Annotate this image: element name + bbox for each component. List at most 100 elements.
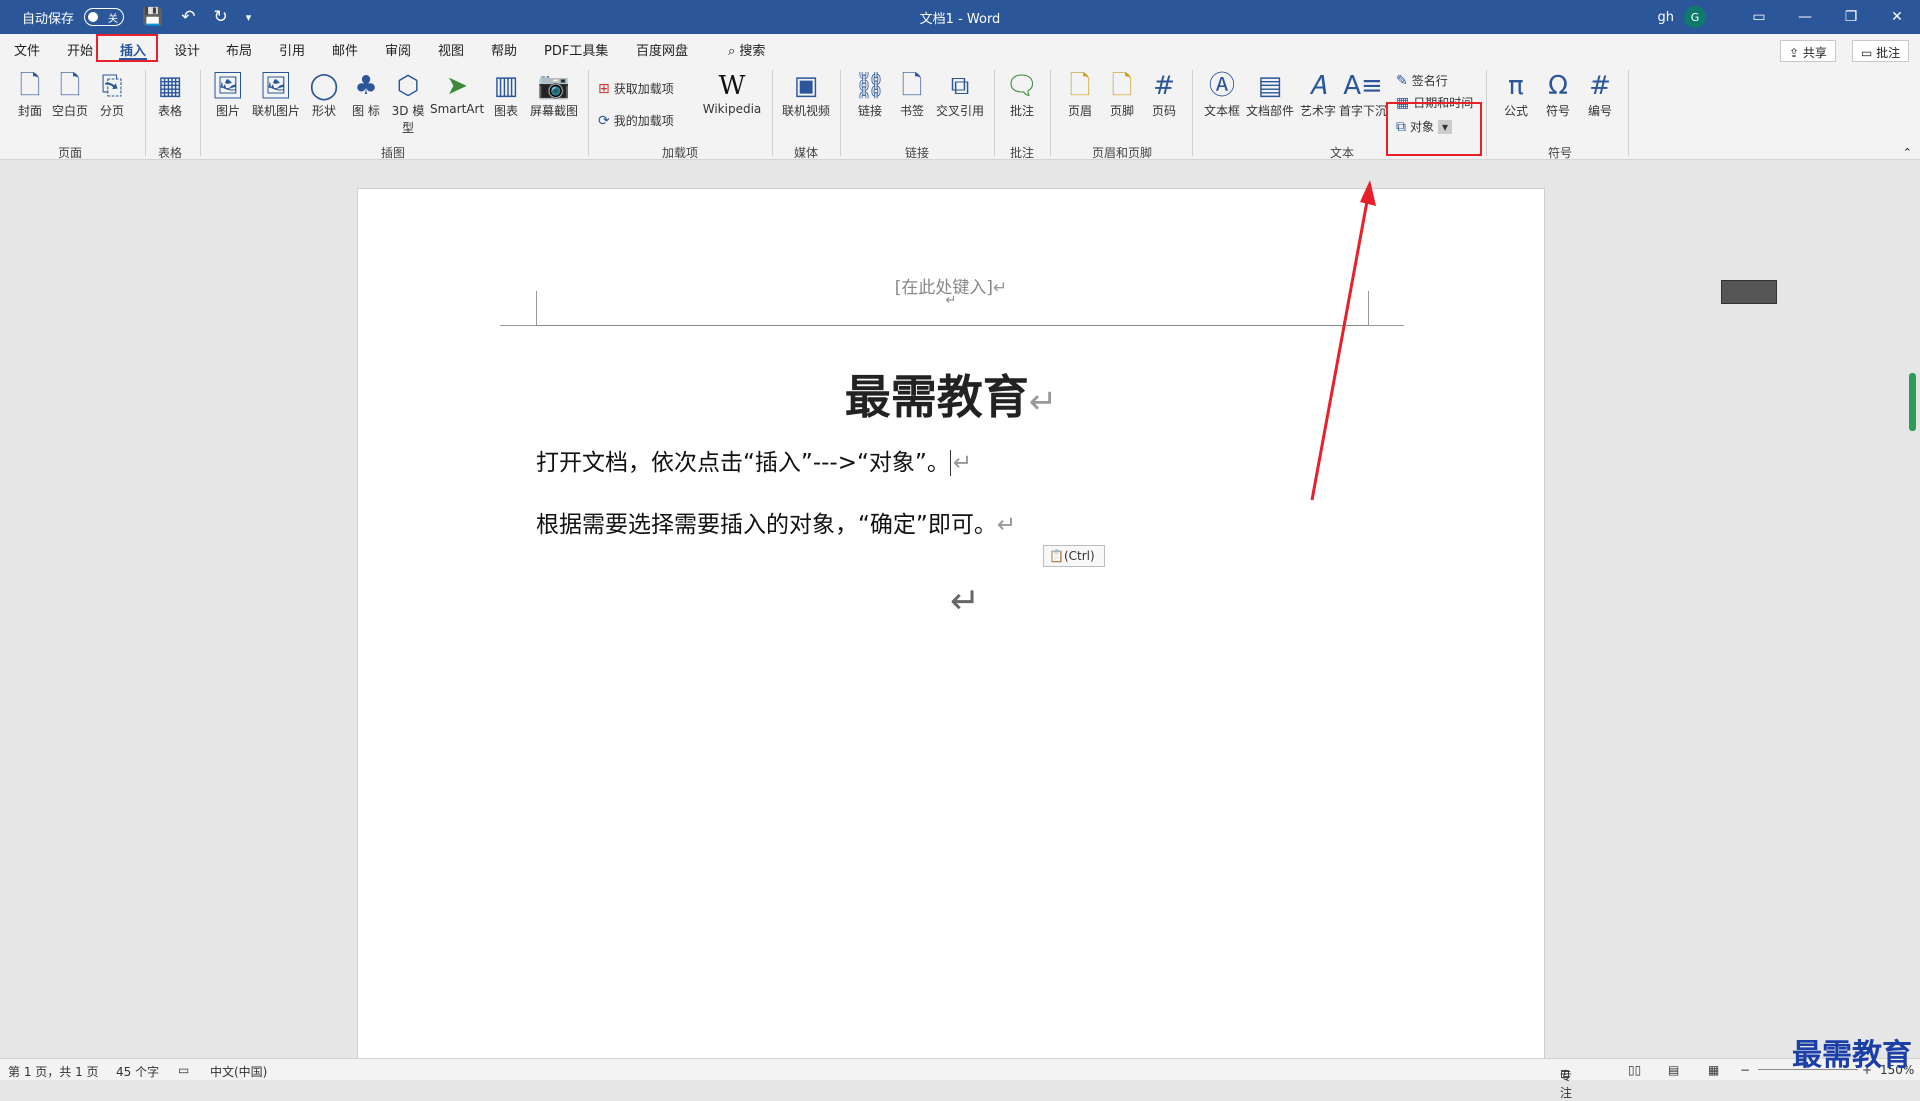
pi-icon: π [1508, 71, 1524, 101]
icons-label: 图 标 [352, 104, 380, 118]
table-icon: ▦ [157, 71, 183, 101]
proofing-icon[interactable]: ▭ [178, 1063, 189, 1077]
tab-pdf-tools[interactable]: PDF工具集 [544, 40, 608, 59]
close-button[interactable]: ✕ [1874, 9, 1920, 25]
group-label-symbols: 符号 [1547, 146, 1572, 160]
my-addins-button[interactable]: ⟳ 我的加载项 [598, 112, 674, 129]
undo-icon[interactable]: ↶ [181, 7, 195, 27]
tab-design[interactable]: 设计 [174, 40, 200, 59]
wordart-button[interactable]: 𝐴 艺术字 [1296, 70, 1340, 119]
search-label: 搜索 [739, 44, 766, 59]
tab-baidu-pan[interactable]: 百度网盘 [636, 40, 688, 59]
tab-review[interactable]: 审阅 [385, 40, 411, 59]
ribbon-tabs: 文件 开始 插入 设计 布局 引用 邮件 审阅 视图 帮助 PDF工具集 百度网… [0, 34, 1920, 62]
header-button[interactable]: 🗋 页眉 [1058, 70, 1102, 119]
ribbon-display-icon[interactable]: ▭ [1736, 9, 1782, 25]
tab-references[interactable]: 引用 [279, 40, 305, 59]
online-picture-label: 联机图片 [251, 104, 300, 118]
signature-line-button[interactable]: ✎ 签名行 [1396, 72, 1448, 89]
watermark: 最需教育 [1792, 1038, 1912, 1073]
search-box[interactable]: ⌕ 搜索 [728, 40, 765, 59]
save-icon[interactable]: 💾 [142, 7, 163, 27]
link-button[interactable]: ⛓ 链接 [848, 70, 892, 119]
page-count[interactable]: 第 1 页，共 1 页 [8, 1063, 99, 1080]
picture-label: 图片 [215, 104, 240, 118]
online-video-button[interactable]: ▣ 联机视频 [780, 70, 832, 119]
number-button[interactable]: # 编号 [1578, 70, 1622, 119]
blank-page-button[interactable]: 🗋 空白页 [48, 70, 92, 119]
word-count[interactable]: 45 个字 [116, 1063, 159, 1080]
table-button[interactable]: ▦ 表格 [148, 70, 192, 119]
paragraph-2[interactable]: 根据需要选择需要插入的对象，“确定”即可。↵ [536, 505, 1016, 539]
icons-button[interactable]: ♣ 图 标 [344, 70, 388, 119]
tab-help[interactable]: 帮助 [491, 40, 517, 59]
icons-icon: ♣ [354, 71, 378, 101]
get-addins-button[interactable]: ⊞ 获取加载项 [598, 80, 674, 97]
paragraph-mark: ↵ [949, 450, 973, 476]
smartart-button[interactable]: ➤ SmartArt [430, 70, 484, 116]
number-label: 编号 [1587, 104, 1612, 118]
group-label-links: 链接 [904, 146, 929, 160]
tab-mailings[interactable]: 邮件 [332, 40, 358, 59]
picture-button[interactable]: 🖼 图片 [206, 70, 250, 119]
redo-icon[interactable]: ↻ [213, 7, 227, 27]
paragraph-1[interactable]: 打开文档，依次点击“插入”--->“对象”。 ↵ [536, 443, 973, 477]
picture-icon: 🖼 [211, 71, 245, 101]
paragraph-mark: ↵ [996, 512, 1017, 538]
customize-qat-icon[interactable]: ▾ [246, 11, 252, 24]
footer-button[interactable]: 🗋 页脚 [1100, 70, 1144, 119]
share-button[interactable]: ⇪ 共享 [1780, 40, 1836, 62]
paragraph-1-text: 打开文档，依次点击“插入”--->“对象”。 [536, 450, 950, 476]
page-break-button[interactable]: ⎘ 分页 [90, 70, 134, 119]
wikipedia-icon: W [718, 71, 746, 101]
comments-button[interactable]: ▭ 批注 [1852, 40, 1910, 62]
chart-button[interactable]: ▥ 图表 [484, 70, 528, 119]
blank-page-label: 空白页 [51, 104, 88, 118]
minimize-button[interactable]: — [1782, 9, 1828, 25]
read-mode-icon[interactable]: ▯▯ [1628, 1063, 1641, 1077]
group-label-page: 页面 [57, 146, 82, 160]
tab-file[interactable]: 文件 [14, 40, 40, 59]
tab-home[interactable]: 开始 [67, 40, 93, 59]
collapse-ribbon-icon[interactable]: ⌃ [1903, 146, 1912, 159]
wikipedia-button[interactable]: W Wikipedia [700, 70, 764, 116]
highlight-object-box [1386, 102, 1482, 156]
new-comment-button[interactable]: 🗨 批注 [1000, 70, 1044, 119]
online-picture-button[interactable]: 🖼 联机图片 [250, 70, 302, 119]
floating-toolbar[interactable] [1721, 280, 1777, 304]
cover-page-button[interactable]: 🗋 封面 [8, 70, 52, 119]
comment-icon: ▭ [1861, 46, 1877, 60]
tab-layout[interactable]: 布局 [226, 40, 252, 59]
web-layout-icon[interactable]: ▦ [1708, 1063, 1719, 1077]
language[interactable]: 中文(中国) [210, 1063, 267, 1080]
avatar[interactable]: G [1684, 6, 1706, 28]
textbox-button[interactable]: Ⓐ 文本框 [1200, 70, 1244, 119]
3d-model-button[interactable]: ⬡ 3D 模型 [386, 70, 430, 136]
paragraph-2-text: 根据需要选择需要插入的对象，“确定”即可。 [536, 512, 997, 538]
zoom-out-icon[interactable]: − [1740, 1063, 1750, 1077]
paste-options-button[interactable]: 📋(Ctrl) [1043, 545, 1105, 567]
drop-cap-label: 首字下沉 [1338, 104, 1387, 118]
drop-cap-icon: A≡ [1343, 71, 1383, 101]
cross-reference-button[interactable]: ⧉ 交叉引用 [934, 70, 986, 119]
symbol-button[interactable]: Ω 符号 [1536, 70, 1580, 119]
user-name[interactable]: gh [1658, 10, 1675, 25]
bookmark-button[interactable]: 🗋 书签 [890, 70, 934, 119]
page-number-button[interactable]: # 页码 [1142, 70, 1186, 119]
group-separator [145, 70, 146, 156]
restore-button[interactable]: ❐ [1828, 9, 1874, 25]
drop-cap-button[interactable]: A≡ 首字下沉 [1338, 70, 1388, 119]
quick-parts-button[interactable]: ▤ 文档部件 [1244, 70, 1296, 119]
focus-label: 专注 [1560, 1069, 1573, 1100]
title-text: 最需教育 [844, 370, 1029, 424]
online-picture-icon: 🖼 [259, 71, 293, 101]
scrollbar-thumb[interactable] [1909, 373, 1916, 431]
tab-view[interactable]: 视图 [438, 40, 464, 59]
autosave-toggle[interactable]: 关 [84, 8, 125, 26]
equation-button[interactable]: π 公式 [1494, 70, 1538, 119]
print-layout-icon[interactable]: ▤ [1668, 1063, 1679, 1077]
shapes-button[interactable]: ◯ 形状 [302, 70, 346, 119]
shapes-icon: ◯ [309, 71, 339, 101]
document-area[interactable]: [在此处键入]↵ ↵ 最需教育↵ 打开文档，依次点击“插入”--->“对象”。 ↵… [0, 160, 1920, 1068]
screenshot-button[interactable]: 📷 屏幕截图 [528, 70, 580, 119]
